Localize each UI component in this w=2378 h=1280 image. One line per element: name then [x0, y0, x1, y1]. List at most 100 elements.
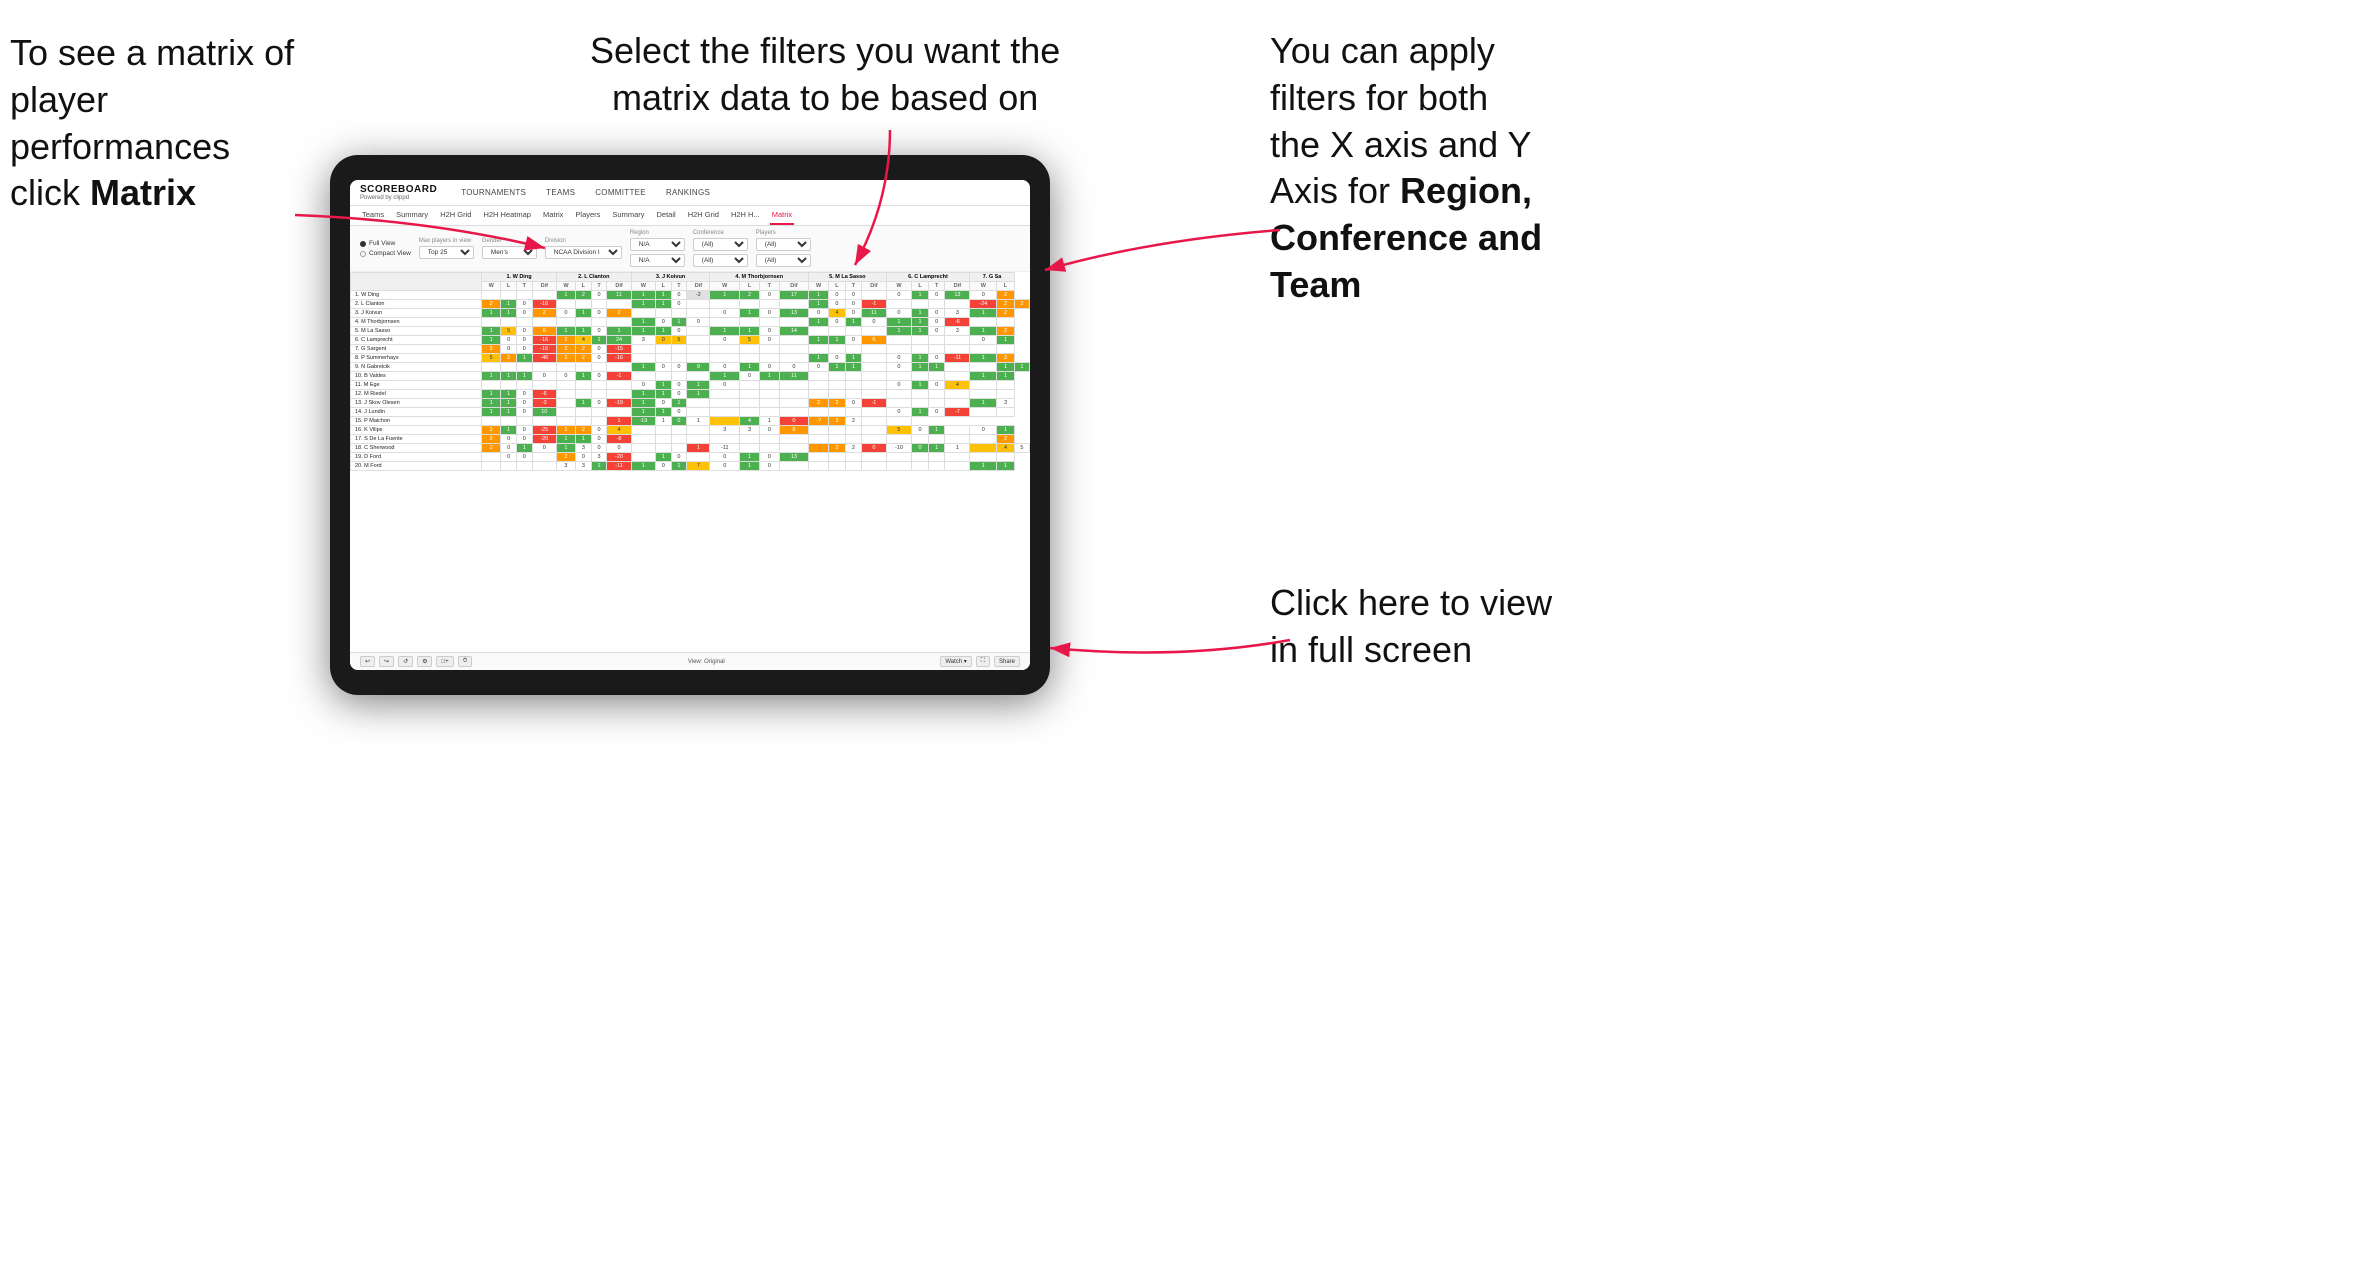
matrix-cell	[886, 453, 912, 462]
nav-teams[interactable]: TEAMS	[542, 186, 579, 199]
matrix-cell: 2	[576, 426, 592, 435]
undo-button[interactable]: ↩	[360, 656, 375, 667]
matrix-cell: 1	[928, 363, 945, 372]
matrix-cell: 0	[501, 345, 517, 354]
matrix-cell	[631, 345, 655, 354]
share-button[interactable]: Share	[994, 656, 1020, 667]
matrix-cell: 0	[501, 453, 517, 462]
tab-matrix-active[interactable]: Matrix	[770, 206, 794, 225]
nav-tournaments[interactable]: TOURNAMENTS	[457, 186, 530, 199]
matrix-cell: 1	[631, 363, 655, 372]
matrix-cell: 1	[809, 336, 829, 345]
filter-division-select[interactable]: NCAA Division I	[545, 246, 622, 259]
watch-button[interactable]: Watch ▾	[940, 656, 971, 667]
matrix-cell: 3	[945, 309, 970, 318]
nav-committee[interactable]: COMMITTEE	[591, 186, 650, 199]
reset-button[interactable]: ↺	[398, 656, 413, 667]
annotation-top-center: Select the filters you want the matrix d…	[590, 28, 1060, 122]
matrix-cell	[928, 390, 945, 399]
matrix-cell	[631, 444, 655, 453]
matrix-wrapper[interactable]: 1. W Ding 2. L Clanton 3. J Koivun 4. M …	[350, 272, 1030, 652]
matrix-cell: 24	[607, 336, 631, 345]
matrix-cell	[829, 453, 846, 462]
matrix-cell	[591, 363, 607, 372]
matrix-cell: 1	[997, 336, 1014, 345]
matrix-cell	[829, 390, 846, 399]
matrix-cell: 1	[997, 462, 1014, 471]
filter-region-select2[interactable]: N/A	[630, 254, 685, 267]
tab-players[interactable]: Players	[573, 206, 602, 225]
view-compact[interactable]: Compact View	[360, 250, 411, 257]
matrix-cell	[671, 345, 687, 354]
filter-players-select1[interactable]: (All)	[756, 238, 811, 251]
radio-compact[interactable]	[360, 251, 366, 257]
matrix-cell: 0	[928, 354, 945, 363]
matrix-cell: -19	[631, 417, 655, 426]
table-row: 5. M La Sasso1506110111011014110312	[351, 327, 1030, 336]
filter-conference-select1[interactable]: (All)	[693, 238, 748, 251]
matrix-cell	[970, 363, 997, 372]
zoom-button[interactable]: □+	[436, 656, 453, 667]
matrix-cell: 4	[997, 444, 1014, 453]
timer-button[interactable]: ⏱	[458, 656, 473, 667]
nav-rankings[interactable]: RANKINGS	[662, 186, 714, 199]
matrix-cell: 13	[945, 291, 970, 300]
matrix-cell	[928, 435, 945, 444]
matrix-cell	[710, 390, 740, 399]
tab-teams[interactable]: Teams	[360, 206, 386, 225]
matrix-cell	[886, 372, 912, 381]
sub-nav: Teams Summary H2H Grid H2H Heatmap Matri…	[350, 206, 1030, 226]
tab-h2h-grid2[interactable]: H2H Grid	[686, 206, 721, 225]
matrix-cell: 0	[845, 300, 862, 309]
view-full[interactable]: Full View	[360, 240, 411, 247]
matrix-cell: 2	[829, 444, 846, 453]
matrix-header-players	[351, 273, 482, 291]
tab-summary[interactable]: Summary	[394, 206, 430, 225]
matrix-cell	[532, 462, 556, 471]
radio-full[interactable]	[360, 241, 366, 247]
matrix-cell	[928, 372, 945, 381]
tab-h2h-grid[interactable]: H2H Grid	[438, 206, 473, 225]
filter-region-select1[interactable]: N/A	[630, 238, 685, 251]
fullscreen-button[interactable]: ⛶	[976, 656, 990, 667]
matrix-cell: 0	[591, 399, 607, 408]
matrix-cell	[862, 417, 886, 426]
matrix-cell: 1	[655, 291, 671, 300]
matrix-cell	[945, 390, 970, 399]
matrix-cell: 0	[576, 453, 592, 462]
matrix-cell: 1	[687, 444, 710, 453]
filter-max-players-select[interactable]: Top 25	[419, 246, 474, 259]
matrix-cell: 1	[912, 381, 929, 390]
matrix-cell: 8	[779, 426, 808, 435]
matrix-cell: 1	[655, 417, 671, 426]
filter-conference-select2[interactable]: (All)	[693, 254, 748, 267]
matrix-cell: 1	[576, 309, 592, 318]
tab-h2h-heatmap[interactable]: H2H Heatmap	[481, 206, 533, 225]
redo-button[interactable]: ↪	[379, 656, 394, 667]
tab-matrix[interactable]: Matrix	[541, 206, 565, 225]
matrix-cell	[591, 408, 607, 417]
matrix-cell	[687, 336, 710, 345]
matrix-cell: 0	[912, 444, 929, 453]
tab-summary2[interactable]: Summary	[610, 206, 646, 225]
matrix-cell	[759, 435, 779, 444]
settings-button[interactable]: ⚙	[417, 656, 432, 667]
annotation-top-left: To see a matrix of player performances c…	[10, 30, 330, 217]
matrix-cell: 3	[710, 426, 740, 435]
filter-players-select2[interactable]: (All)	[756, 254, 811, 267]
filter-gender-select[interactable]: Men's	[482, 246, 537, 259]
matrix-cell	[516, 291, 532, 300]
matrix-cell: 1	[912, 318, 929, 327]
matrix-cell	[607, 300, 631, 309]
annotation-top-right: You can apply filters for both the X axi…	[1270, 28, 1542, 309]
matrix-cell: 1	[671, 318, 687, 327]
matrix-cell	[576, 390, 592, 399]
tab-h2hh[interactable]: H2H H...	[729, 206, 762, 225]
matrix-cell	[862, 381, 886, 390]
matrix-cell: 0	[591, 444, 607, 453]
matrix-cell: -16	[532, 336, 556, 345]
matrix-cell	[576, 381, 592, 390]
player-name-cell: 5. M La Sasso	[351, 327, 482, 336]
tab-detail[interactable]: Detail	[655, 206, 678, 225]
matrix-cell: 1	[501, 399, 517, 408]
